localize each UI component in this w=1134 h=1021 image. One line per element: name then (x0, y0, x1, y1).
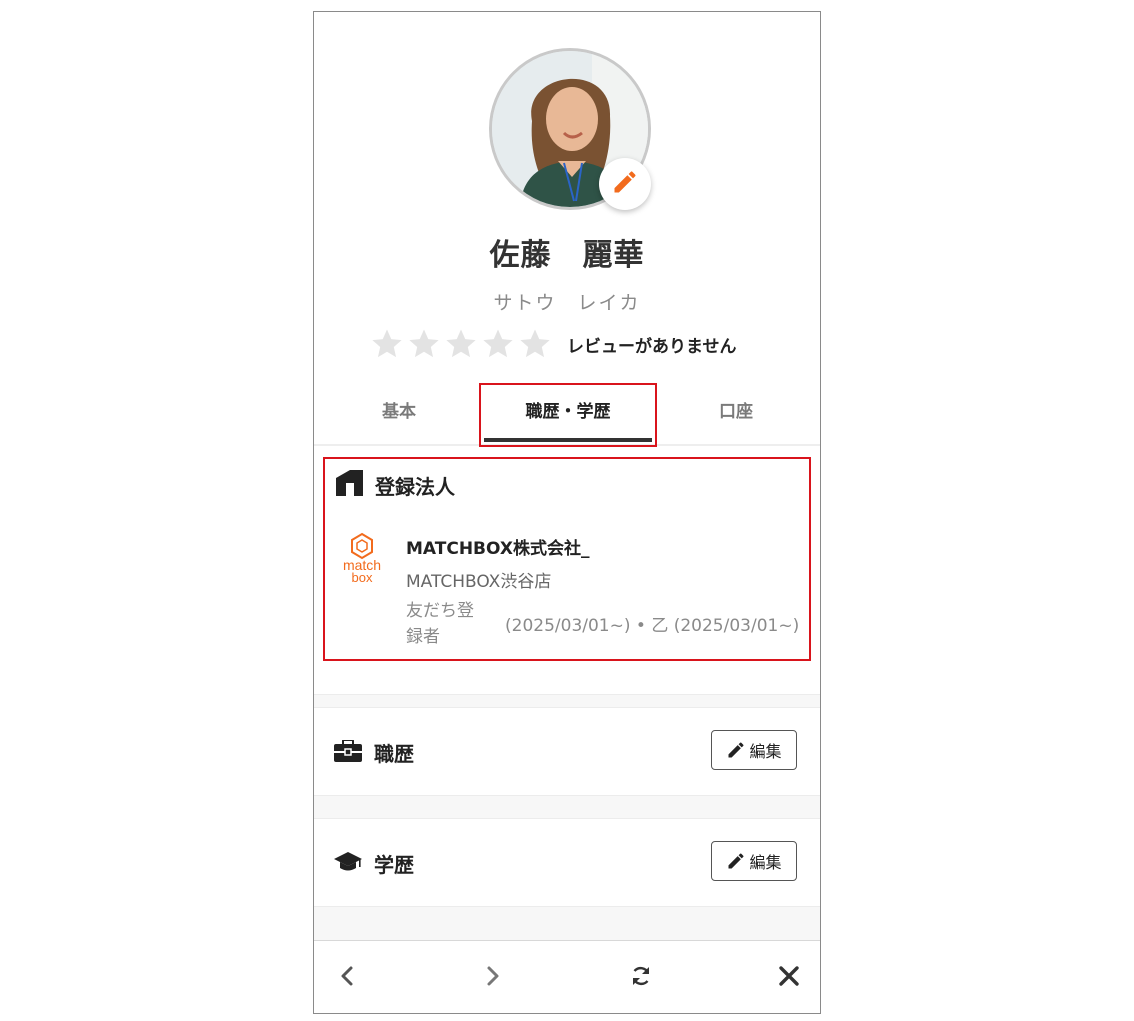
star-icon (409, 329, 439, 358)
education-header: 学歴 (334, 849, 414, 878)
rating-text: レビューがありません (567, 336, 737, 357)
back-icon (341, 966, 353, 986)
active-tab-indicator (484, 438, 652, 442)
edit-work-history-button[interactable]: 編集 (711, 730, 797, 770)
registered-corp-title: 登録法人 (375, 474, 455, 499)
company-name: MATCHBOX株式会社_ (406, 539, 590, 559)
close-button[interactable] (772, 959, 806, 993)
education-title: 学歴 (374, 853, 414, 877)
edit-education-button[interactable]: 編集 (711, 841, 797, 881)
bottom-navigation (314, 940, 820, 1013)
section-divider (314, 906, 820, 942)
edit-education-label: 編集 (749, 853, 782, 872)
graduation-cap-icon (334, 851, 362, 877)
tab-career-education[interactable]: 職歴・学歴 (484, 386, 652, 444)
briefcase-icon (334, 738, 362, 766)
app-window: 佐藤 麗華 サトウ レイカ レビューがありません 基本 職歴・学歴 口座 登録法… (313, 11, 821, 1014)
forward-icon (487, 966, 499, 986)
back-button[interactable] (330, 959, 364, 993)
star-icon (372, 329, 402, 358)
rating: レビューがありません (370, 324, 737, 364)
registration-role: 友だち登録者 (406, 601, 474, 647)
edit-work-history-label: 編集 (749, 742, 782, 761)
profile-avatar-container (489, 48, 651, 210)
registration-dates: (2025/03/01~) • 乙 (2025/03/01~) (505, 616, 800, 636)
pencil-icon (611, 168, 639, 200)
profile-name: 佐藤 麗華 (489, 238, 645, 273)
matchbox-logo: match box (338, 532, 386, 585)
store-name: MATCHBOX渋谷店 (406, 572, 552, 592)
forward-button[interactable] (476, 959, 510, 993)
profile-tabs: 基本 職歴・学歴 口座 (314, 386, 820, 446)
close-icon (779, 966, 799, 986)
registered-corp-header: 登録法人 (336, 470, 455, 500)
tab-bank-account[interactable]: 口座 (652, 386, 820, 444)
profile-name-kana: サトウ レイカ (493, 292, 641, 314)
building-icon (336, 470, 363, 500)
refresh-button[interactable] (624, 959, 658, 993)
refresh-icon (632, 966, 650, 986)
star-icon (483, 329, 513, 358)
work-history-title: 職歴 (374, 742, 414, 766)
pencil-icon (728, 853, 744, 869)
section-divider (314, 694, 820, 708)
star-icon (520, 329, 550, 358)
tab-basic[interactable]: 基本 (314, 386, 484, 444)
pencil-icon (728, 742, 744, 758)
edit-avatar-button[interactable] (599, 158, 651, 210)
logo-text-box: box (352, 570, 373, 584)
work-history-header: 職歴 (334, 738, 414, 767)
section-divider (314, 795, 820, 819)
star-icon (446, 329, 476, 358)
